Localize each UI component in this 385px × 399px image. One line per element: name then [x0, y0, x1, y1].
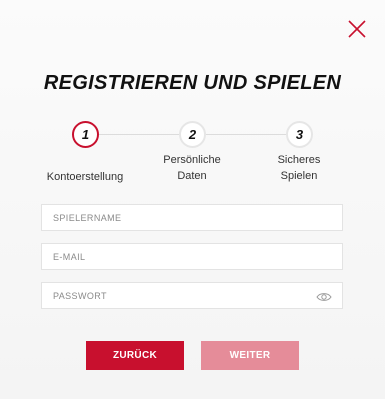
username-input[interactable] [53, 212, 293, 223]
close-icon[interactable] [344, 16, 370, 42]
step-2-indicator: 2 [179, 121, 206, 148]
email-field[interactable] [41, 243, 343, 270]
next-button[interactable]: WEITER [201, 341, 299, 370]
step-3-label: Sicheres Spielen [244, 152, 354, 184]
step-connector [206, 134, 286, 135]
eye-icon[interactable] [316, 290, 332, 302]
step-1-label: Kontoerstellung [46, 171, 124, 183]
password-field[interactable] [41, 282, 343, 309]
step-2-label: Persönliche Daten [137, 152, 247, 184]
step-3-indicator: 3 [286, 121, 313, 148]
email-input[interactable] [53, 251, 293, 262]
username-field[interactable] [41, 204, 343, 231]
step-connector [99, 134, 179, 135]
password-input[interactable] [53, 290, 293, 301]
back-button[interactable]: ZURÜCK [86, 341, 184, 370]
step-2-label-text: Persönliche Daten [163, 154, 221, 182]
modal-title: REGISTRIEREN UND SPIELEN [43, 72, 342, 94]
step-3-label-text: Sicheres Spielen [277, 154, 321, 182]
step-1-indicator: 1 [72, 121, 99, 148]
registration-modal: REGISTRIEREN UND SPIELEN 1 2 3 Kontoerst… [0, 0, 385, 399]
